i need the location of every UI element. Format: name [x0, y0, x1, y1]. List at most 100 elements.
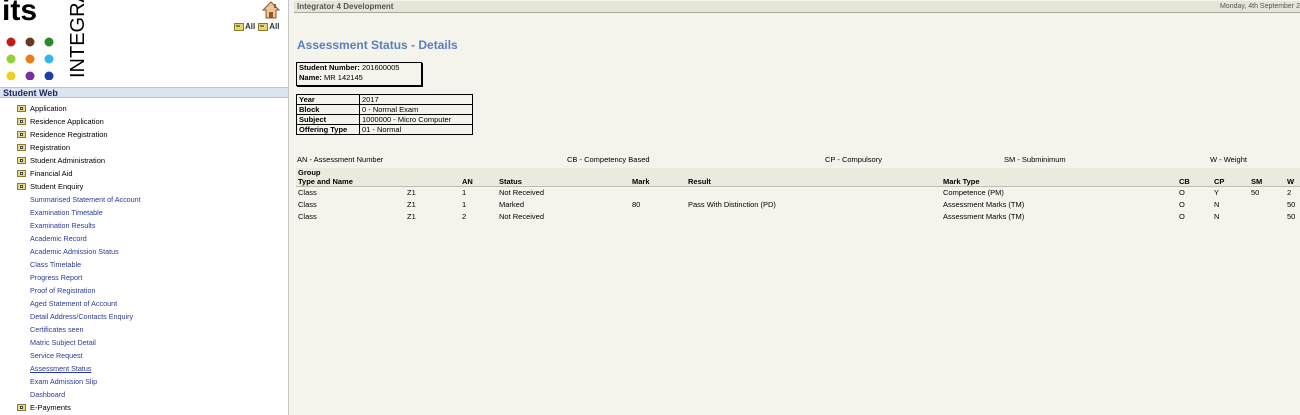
student-name-value: MR 142145: [324, 73, 363, 82]
sidebar-item-label: Student Enquiry: [30, 182, 84, 191]
cell-cb: O: [1179, 188, 1185, 197]
svg-text:INTEGRATOR: INTEGRATOR: [67, 0, 88, 78]
student-number-label: Student Number:: [299, 63, 360, 72]
sidebar-item-label: Application: [30, 104, 67, 113]
sidebar-item-label: Residence Application: [30, 117, 104, 126]
subitem-service-request[interactable]: Service Request: [0, 349, 288, 362]
student-name-row: Name: MR 142145: [297, 73, 421, 83]
cell-name: Z1: [407, 212, 416, 221]
year-value: 2017: [359, 94, 473, 105]
folder-icon: [17, 170, 26, 177]
sidebar-item-registration[interactable]: Registration: [0, 141, 288, 154]
header-w: W: [1285, 168, 1300, 187]
cell-status: Not Received: [499, 212, 545, 221]
sidebar-item-residence-registration[interactable]: Residence Registration: [0, 128, 288, 141]
svg-text:its: its: [2, 0, 37, 27]
top-bar: Integrator 4 Development Monday, 4th Sep…: [294, 1, 1300, 13]
subitem-examination-timetable[interactable]: Examination Timetable: [0, 206, 288, 219]
folder-icon: [17, 118, 26, 125]
subitem-dashboard[interactable]: Dashboard: [0, 388, 288, 401]
subitem-class-timetable[interactable]: Class Timetable: [0, 258, 288, 271]
collapse-all-label: All: [269, 22, 280, 31]
cell-type: Class: [298, 200, 317, 209]
cell-name: Z1: [407, 200, 416, 209]
student-name-label: Name:: [299, 73, 322, 82]
header-group-line1: Group: [298, 168, 321, 177]
sidebar-item-residence-application[interactable]: Residence Application: [0, 115, 288, 128]
sidebar: its INTEGRATOR All All Student Web Appli…: [0, 0, 289, 415]
app-window: its INTEGRATOR All All Student Web Appli…: [0, 0, 1300, 415]
subitem-matric-subject-detail[interactable]: Matric Subject Detail: [0, 336, 288, 349]
folder-icon: [17, 404, 26, 411]
folder-open-icon: [17, 183, 26, 190]
cell-result: [686, 211, 941, 223]
cell-mark: 80: [632, 200, 641, 209]
folder-icon: [17, 105, 26, 112]
table-row: Class Z1 2 Not Received Assessment Marks…: [296, 211, 1300, 223]
header-cp: CP: [1212, 168, 1249, 187]
header-mark-type: Mark Type: [941, 168, 1177, 187]
subject-value: 1000000 - Micro Computer: [359, 114, 473, 125]
student-web-header: Student Web: [0, 87, 288, 98]
sidebar-item-student-administration[interactable]: Student Administration: [0, 154, 288, 167]
app-title: Integrator 4 Development: [297, 2, 394, 11]
cell-type: Class: [298, 212, 317, 221]
info-row-year: Year 2017: [296, 94, 473, 105]
expand-all-button[interactable]: All: [234, 22, 255, 31]
collapse-all-button[interactable]: All: [258, 22, 279, 31]
student-number-value: 201600005: [361, 63, 400, 72]
sidebar-item-label: Registration: [30, 143, 71, 152]
assessment-table: Group Type and Name AN Status Mark Result…: [296, 168, 1300, 223]
cell-an: 2: [462, 212, 467, 221]
year-label: Year: [296, 94, 360, 105]
sidebar-item-label: Residence Registration: [30, 130, 108, 139]
assessment-info-table: Year 2017 Block 0 - Normal Exam Subject 100…: [296, 94, 473, 135]
cell-mark: [630, 187, 686, 200]
subitem-aged-statement[interactable]: Aged Statement of Account: [0, 297, 288, 310]
block-value: 0 - Normal Exam: [359, 104, 473, 115]
folder-plus-icon: [234, 22, 244, 31]
cell-w: 50: [1287, 212, 1296, 221]
subitem-academic-admission-status[interactable]: Academic Admission Status: [0, 245, 288, 258]
subitem-academic-record[interactable]: Academic Record: [0, 232, 288, 245]
subitem-examination-results[interactable]: Examination Results: [0, 219, 288, 232]
sidebar-item-e-payments[interactable]: E-Payments: [0, 401, 288, 414]
cell-cp: N: [1214, 212, 1220, 221]
legend-an: AN - Assessment Number: [297, 155, 384, 164]
cell-sm: 50: [1251, 188, 1260, 197]
subitem-certificates-seen[interactable]: Certificates seen: [0, 323, 288, 336]
sidebar-item-financial-aid[interactable]: Financial Aid: [0, 167, 288, 180]
sidebar-item-label: E-Payments: [30, 403, 71, 412]
header-group: Group Type and Name: [296, 168, 405, 187]
cell-cb: O: [1179, 200, 1185, 209]
subitem-detail-address[interactable]: Detail Address/Contacts Enquiry: [0, 310, 288, 323]
subitem-assessment-status[interactable]: Assessment Status: [0, 362, 288, 375]
cell-result: Pass With Distinction (PD): [688, 200, 776, 209]
subitem-exam-admission-slip[interactable]: Exam Admission Slip: [0, 375, 288, 388]
cell-sm: [1249, 211, 1285, 223]
cell-type: Class: [298, 188, 317, 197]
expand-all-label: All: [245, 22, 256, 31]
block-label: Block: [296, 104, 360, 115]
subitem-summarised-statement[interactable]: Summarised Statement of Account: [0, 193, 288, 206]
legend-sm: SM - Subminimum: [1004, 155, 1066, 164]
subject-label: Subject: [296, 114, 360, 125]
folder-icon: [17, 131, 26, 138]
subitem-proof-of-registration[interactable]: Proof of Registration: [0, 284, 288, 297]
subitem-progress-report[interactable]: Progress Report: [0, 271, 288, 284]
info-row-subject: Subject 1000000 - Micro Computer: [296, 114, 473, 125]
folder-icon: [17, 157, 26, 164]
its-integrator-logo: its INTEGRATOR: [2, 0, 88, 80]
table-row: Class Z1 1 Not Received Competence (PM) …: [296, 187, 1300, 200]
cell-mark-type: Assessment Marks (TM): [943, 212, 1025, 221]
sidebar-item-label: Student Administration: [30, 156, 106, 165]
info-row-block: Block 0 - Normal Exam: [296, 104, 473, 115]
cell-name: Z1: [407, 188, 416, 197]
student-number-row: Student Number: 201600005: [297, 63, 421, 73]
sidebar-item-student-enquiry[interactable]: Student Enquiry: [0, 180, 288, 193]
sidebar-item-application[interactable]: Application: [0, 102, 288, 115]
home-icon[interactable]: [262, 1, 280, 19]
cell-status: Not Received: [499, 188, 545, 197]
legend-cb: CB - Competency Based: [567, 155, 650, 164]
folder-minus-icon: [258, 22, 269, 31]
